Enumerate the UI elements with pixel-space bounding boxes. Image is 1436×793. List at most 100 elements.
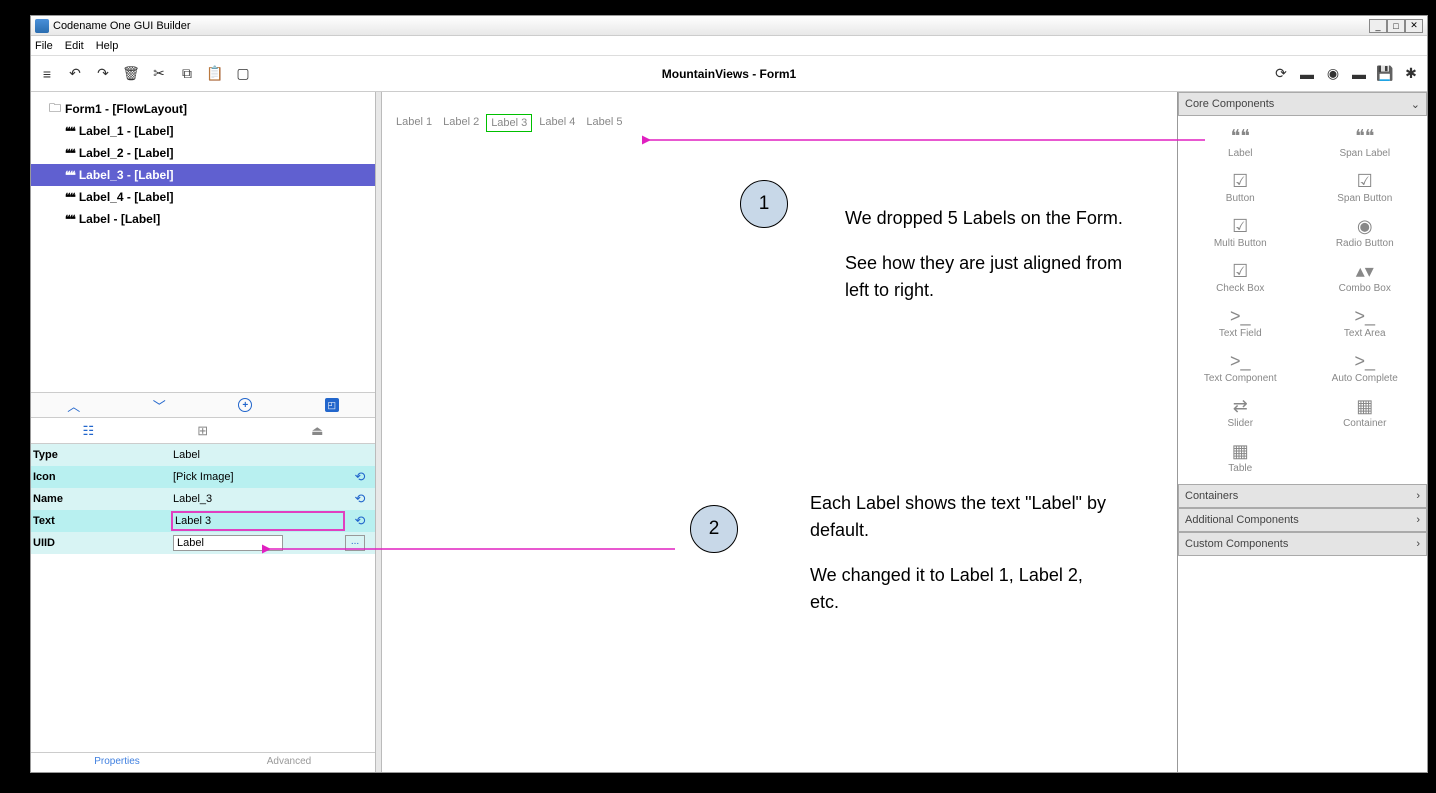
rect-icon[interactable]: ▢: [235, 66, 251, 82]
document-title: MountainViews - Form1: [662, 67, 796, 81]
palette-component[interactable]: >_Auto Complete: [1303, 345, 1428, 390]
collapse-up-icon[interactable]: ︿: [67, 396, 80, 415]
tree-root[interactable]: 🗀 Form1 - [FlowLayout]: [31, 98, 375, 120]
reset-icon[interactable]: ⟲: [345, 491, 375, 507]
copy-icon[interactable]: ⧉: [179, 66, 195, 82]
toolbar: ≡ ↶ ↷ 🗑 ✂ ⧉ 📋 ▢ MountainViews - Form1 ⟳ …: [31, 56, 1427, 92]
property-row: UIID...: [31, 532, 375, 554]
label-icon: ❝❝: [65, 213, 75, 226]
component-icon: ⇄: [1233, 396, 1248, 416]
component-icon: ▴▾: [1356, 261, 1374, 281]
more-button[interactable]: ...: [345, 535, 365, 551]
component-icon: ◉: [1357, 216, 1373, 236]
menu-edit[interactable]: Edit: [65, 40, 84, 52]
settings-icon[interactable]: ✱: [1403, 66, 1419, 82]
palette-component[interactable]: ▦Table: [1178, 435, 1303, 480]
props-grid-icon[interactable]: ⊞: [197, 423, 208, 439]
window-title: Codename One GUI Builder: [53, 20, 1369, 32]
component-icon: >_: [1354, 351, 1375, 371]
image-icon[interactable]: ▬: [1351, 66, 1367, 82]
menu-icon[interactable]: ≡: [39, 66, 55, 82]
chevron-icon: ›: [1416, 514, 1420, 526]
property-row: NameLabel_3⟲: [31, 488, 375, 510]
component-icon: ☑: [1232, 216, 1248, 236]
design-canvas[interactable]: Label 1Label 2Label 3Label 4Label 5: [382, 92, 1177, 772]
screenshot-icon[interactable]: ◰: [325, 398, 339, 412]
canvas-label[interactable]: Label 4: [535, 114, 579, 132]
canvas-label[interactable]: Label 1: [392, 114, 436, 132]
tree-item[interactable]: ❝❝Label - [Label]: [31, 208, 375, 230]
redo-icon[interactable]: ↷: [95, 66, 111, 82]
component-tree: 🗀 Form1 - [FlowLayout] ❝❝Label_1 - [Labe…: [31, 92, 375, 392]
component-icon: ❝❝: [1231, 126, 1250, 146]
tree-item[interactable]: ❝❝Label_1 - [Label]: [31, 120, 375, 142]
component-palette: Core Components⌄ ❝❝Label❝❝Span Label☑Butt…: [1177, 92, 1427, 772]
palette-component[interactable]: ☑Multi Button: [1178, 210, 1303, 255]
expand-down-icon[interactable]: ﹀: [153, 396, 166, 415]
tree-item[interactable]: ❝❝Label_3 - [Label]: [31, 164, 375, 186]
palette-component[interactable]: ❝❝Span Label: [1303, 120, 1428, 165]
app-window: Codename One GUI Builder _ □ ✕ File Edit…: [30, 15, 1428, 773]
delete-icon[interactable]: 🗑: [123, 66, 139, 82]
uiid-input[interactable]: [173, 535, 283, 551]
component-icon: >_: [1230, 351, 1251, 371]
menubar: File Edit Help: [31, 36, 1427, 56]
refresh-icon[interactable]: ⟳: [1273, 66, 1289, 82]
canvas-label[interactable]: Label 5: [582, 114, 626, 132]
palette-category-header[interactable]: Containers›: [1178, 484, 1427, 508]
minimize-button[interactable]: _: [1369, 19, 1387, 33]
props-list-icon[interactable]: ☷: [83, 423, 95, 439]
tree-item[interactable]: ❝❝Label_4 - [Label]: [31, 186, 375, 208]
palette-component[interactable]: ☑Check Box: [1178, 255, 1303, 300]
palette-component[interactable]: ◉Radio Button: [1303, 210, 1428, 255]
tab-advanced[interactable]: Advanced: [203, 753, 375, 772]
maximize-button[interactable]: □: [1387, 19, 1405, 33]
palette-component[interactable]: ❝❝Label: [1178, 120, 1303, 165]
tree-toolbar: ︿ ﹀ + ◰: [31, 392, 375, 418]
component-icon: ☑: [1357, 171, 1373, 191]
palette-category-header[interactable]: Core Components⌄: [1178, 92, 1427, 116]
java-icon: [35, 19, 49, 33]
palette-category-header[interactable]: Custom Components›: [1178, 532, 1427, 556]
canvas-label[interactable]: Label 3: [486, 114, 532, 132]
menu-file[interactable]: File: [35, 40, 53, 52]
component-icon: ❝❝: [1355, 126, 1374, 146]
component-icon: >_: [1230, 306, 1251, 326]
reset-icon[interactable]: ⟲: [345, 469, 375, 485]
property-tabs: ☷ ⊞ ⏏: [31, 418, 375, 444]
device-icon[interactable]: ▬: [1299, 66, 1315, 82]
palette-component[interactable]: >_Text Component: [1178, 345, 1303, 390]
save-icon[interactable]: 💾: [1377, 66, 1393, 82]
palette-category-header[interactable]: Additional Components›: [1178, 508, 1427, 532]
undo-icon[interactable]: ↶: [67, 66, 83, 82]
palette-component[interactable]: >_Text Area: [1303, 300, 1428, 345]
palette-component[interactable]: ☑Button: [1178, 165, 1303, 210]
titlebar: Codename One GUI Builder _ □ ✕: [31, 16, 1427, 36]
component-icon: ☑: [1232, 261, 1248, 281]
palette-component[interactable]: ⇄Slider: [1178, 390, 1303, 435]
palette-component[interactable]: ▦Container: [1303, 390, 1428, 435]
properties-footer: Properties Advanced: [31, 752, 375, 772]
tree-item[interactable]: ❝❝Label_2 - [Label]: [31, 142, 375, 164]
add-icon[interactable]: +: [238, 398, 252, 412]
target-icon[interactable]: ◉: [1325, 66, 1341, 82]
cut-icon[interactable]: ✂: [151, 66, 167, 82]
props-style-icon[interactable]: ⏏: [311, 423, 323, 439]
reset-icon[interactable]: ⟲: [345, 513, 375, 529]
menu-help[interactable]: Help: [96, 40, 119, 52]
property-row: Icon[Pick Image]⟲: [31, 466, 375, 488]
property-row: TypeLabel: [31, 444, 375, 466]
paste-icon[interactable]: 📋: [207, 66, 223, 82]
palette-component[interactable]: ☑Span Button: [1303, 165, 1428, 210]
close-button[interactable]: ✕: [1405, 19, 1423, 33]
label-icon: ❝❝: [65, 147, 75, 160]
canvas-label[interactable]: Label 2: [439, 114, 483, 132]
chevron-icon: ›: [1416, 538, 1420, 550]
properties-table: TypeLabelIcon[Pick Image]⟲NameLabel_3⟲Te…: [31, 444, 375, 752]
chevron-icon: ⌄: [1411, 98, 1420, 111]
tab-properties[interactable]: Properties: [31, 753, 203, 772]
folder-icon: 🗀: [49, 99, 61, 120]
palette-component[interactable]: >_Text Field: [1178, 300, 1303, 345]
component-icon: ▦: [1232, 441, 1249, 461]
palette-component[interactable]: ▴▾Combo Box: [1303, 255, 1428, 300]
